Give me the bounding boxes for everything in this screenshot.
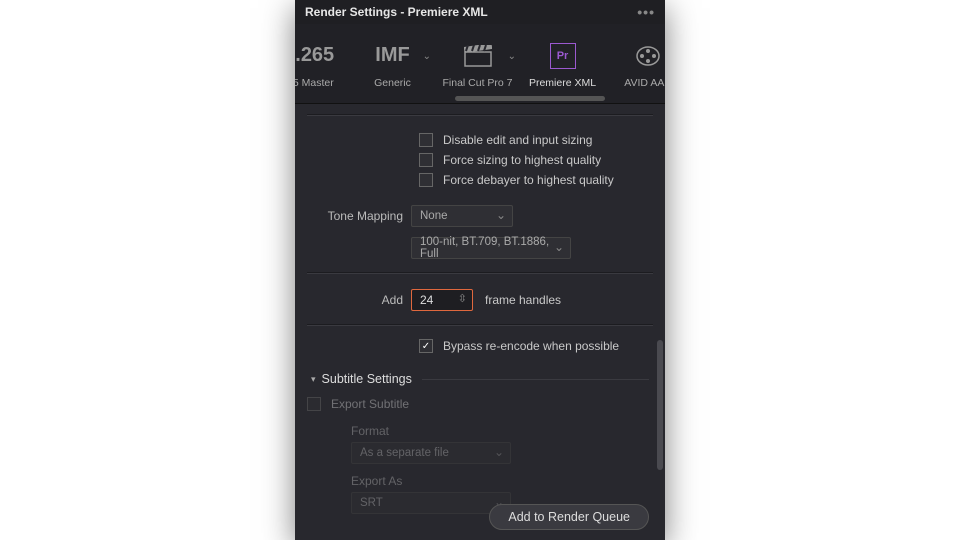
row-force-debayer: Force debayer to highest quality (295, 170, 665, 190)
settings-content: Disable edit and input sizing Force sizi… (295, 104, 665, 514)
window-menu-icon[interactable]: ••• (637, 4, 655, 20)
label-disable-sizing: Disable edit and input sizing (443, 133, 592, 147)
label-tone-mapping: Tone Mapping (295, 209, 411, 223)
row-export-subtitle: Export Subtitle (295, 394, 665, 414)
h265-text-icon: H.265 (295, 44, 334, 67)
select-subtitle-format[interactable]: As a separate file (351, 442, 511, 464)
titlebar: Render Settings - Premiere XML ••• (295, 0, 665, 24)
row-tone-detail: 100-nit, BT.709, BT.1886, Full (295, 232, 665, 264)
checkbox-force-sizing[interactable] (419, 153, 433, 167)
input-frame-handles[interactable]: 24 (411, 289, 473, 311)
add-to-render-queue-button[interactable]: Add to Render Queue (489, 504, 649, 530)
select-export-as[interactable]: SRT (351, 492, 511, 514)
render-settings-panel: Render Settings - Premiere XML ••• H.265… (295, 0, 665, 540)
tab-premiere-xml[interactable]: Pr Premiere XML (520, 39, 605, 89)
premiere-icon: Pr (550, 43, 576, 69)
checkbox-export-subtitle[interactable] (307, 397, 321, 411)
label-export-subtitle: Export Subtitle (331, 397, 409, 411)
label-export-as: Export As (351, 470, 665, 492)
tab-avid-aaf[interactable]: AVID AAF (605, 39, 665, 89)
checkbox-force-debayer[interactable] (419, 173, 433, 187)
label-bypass: Bypass re-encode when possible (443, 339, 619, 353)
subtitle-group: Export Subtitle Format As a separate fil… (295, 394, 665, 514)
label-force-debayer: Force debayer to highest quality (443, 173, 614, 187)
select-tone-detail[interactable]: 100-nit, BT.709, BT.1886, Full (411, 237, 571, 259)
tabs-scrollbar[interactable] (455, 96, 605, 101)
row-frame-handles: Add 24 frame handles (295, 284, 665, 316)
label-format: Format (351, 420, 665, 442)
label-frame-handles: frame handles (485, 293, 561, 307)
format-tabs: H.265 265 Master IMF Generic ⌄ Final Cut… (295, 24, 665, 104)
row-force-sizing: Force sizing to highest quality (295, 150, 665, 170)
row-bypass: Bypass re-encode when possible (295, 336, 665, 356)
window-title: Render Settings - Premiere XML (305, 5, 488, 19)
checkbox-disable-sizing[interactable] (419, 133, 433, 147)
checkbox-bypass-reencode[interactable] (419, 339, 433, 353)
vertical-scrollbar[interactable] (657, 340, 663, 470)
section-subtitle-settings[interactable]: Subtitle Settings (295, 364, 665, 394)
imf-text-icon: IMF (375, 44, 409, 67)
tab-h265[interactable]: H.265 265 Master (295, 39, 350, 89)
clapperboard-icon (464, 39, 492, 73)
tab-fcp7[interactable]: Final Cut Pro 7 ⌄ (435, 39, 520, 89)
film-reel-icon (635, 39, 661, 73)
tab-imf[interactable]: IMF Generic ⌄ (350, 39, 435, 89)
label-add: Add (295, 293, 411, 307)
row-tone-mapping: Tone Mapping None (295, 200, 665, 232)
label-force-sizing: Force sizing to highest quality (443, 153, 601, 167)
select-tone-mapping[interactable]: None (411, 205, 513, 227)
chevron-down-icon[interactable]: ⌄ (508, 51, 516, 62)
row-disable-sizing: Disable edit and input sizing (295, 130, 665, 150)
chevron-down-icon[interactable]: ⌄ (423, 51, 431, 62)
